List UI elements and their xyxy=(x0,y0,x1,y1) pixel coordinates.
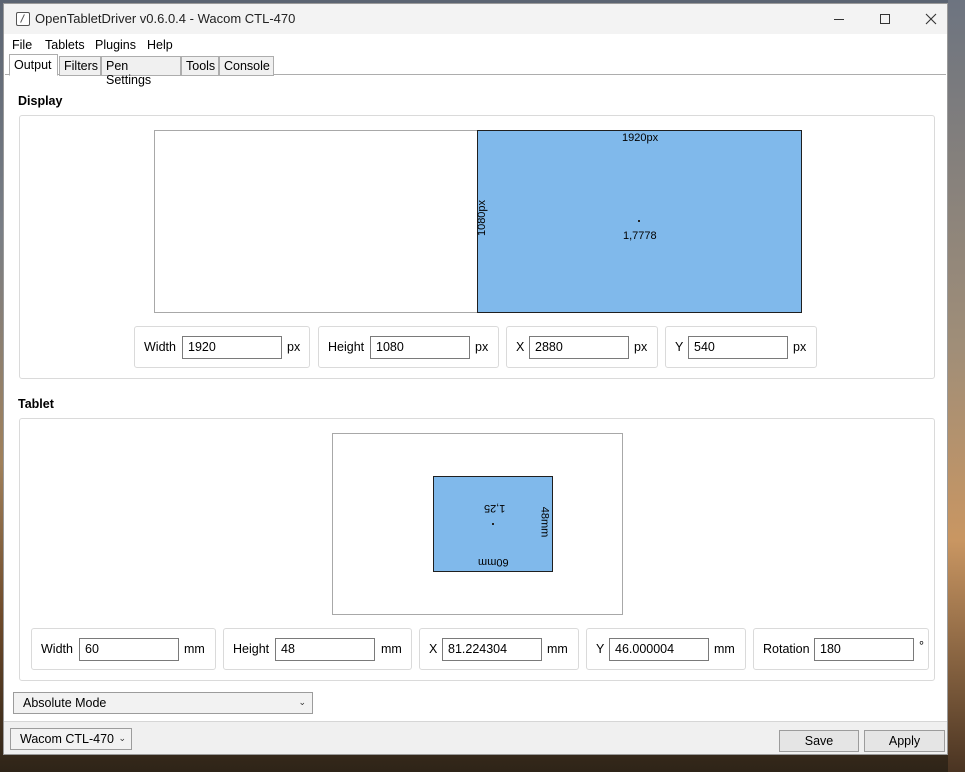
menu-plugins[interactable]: Plugins xyxy=(95,38,136,52)
tablet-rotation-field: Rotation 180 ° xyxy=(753,628,929,670)
display-y-field: Y 540 px xyxy=(665,326,817,368)
display-height-unit: px xyxy=(475,340,489,354)
tab-output[interactable]: Output xyxy=(9,54,58,76)
title-bar: OpenTabletDriver v0.6.0.4 - Wacom CTL-47… xyxy=(4,4,947,34)
tablet-rotation-input[interactable]: 180 xyxy=(814,638,914,661)
menu-file[interactable]: File xyxy=(12,38,32,52)
tablet-mapped-area[interactable]: 60mm 48mm 1,25 xyxy=(433,476,553,572)
tablet-y-text: Y xyxy=(596,642,605,656)
display-y-unit: px xyxy=(793,340,807,354)
display-aspect-label: 1,7778 xyxy=(623,230,657,242)
display-width-field: Width 1920 px xyxy=(134,326,310,368)
tablet-rotation-text: Rotation xyxy=(763,642,810,656)
display-height-label: 1080px xyxy=(476,199,489,237)
tablet-center-dot xyxy=(492,523,494,525)
tablet-x-input[interactable]: 81.224304 xyxy=(442,638,542,661)
tablet-rotation-unit: ° xyxy=(919,639,924,653)
tablet-width-unit: mm xyxy=(184,642,205,656)
display-y-input[interactable]: 540 xyxy=(688,336,788,359)
device-select[interactable]: Wacom CTL-470 ⌄ xyxy=(10,728,132,750)
display-center-dot xyxy=(638,220,640,222)
tablet-y-unit: mm xyxy=(714,642,735,656)
tablet-width-text: Width xyxy=(41,642,73,656)
display-height-text: Height xyxy=(328,340,365,354)
tablet-y-field: Y 46.000004 mm xyxy=(586,628,746,670)
close-button[interactable] xyxy=(908,4,947,34)
menu-bar: File Tablets Plugins Help xyxy=(4,35,947,55)
bottom-bar: Wacom CTL-470 ⌄ Save Apply xyxy=(4,721,947,754)
display-mapped-area[interactable]: 1920px 1080px 1,7778 xyxy=(476,130,802,313)
tablet-width-field: Width 60 mm xyxy=(31,628,216,670)
display-x-unit: px xyxy=(634,340,648,354)
app-window: OpenTabletDriver v0.6.0.4 - Wacom CTL-47… xyxy=(3,3,948,755)
display-y-text: Y xyxy=(675,340,684,354)
tablet-x-text: X xyxy=(429,642,438,656)
display-x-field: X 2880 px xyxy=(506,326,658,368)
tablet-height-label: 48mm xyxy=(538,506,551,538)
chevron-down-icon: ⌄ xyxy=(118,733,126,743)
display-height-field: Height 1080 px xyxy=(318,326,499,368)
tablet-section-title: Tablet xyxy=(18,397,54,411)
output-mode-value: Absolute Mode xyxy=(23,696,107,710)
tablet-aspect-label: 1,25 xyxy=(484,502,506,514)
menu-tablets[interactable]: Tablets xyxy=(45,38,85,52)
tablet-width-input[interactable]: 60 xyxy=(79,638,179,661)
minimize-icon xyxy=(834,18,844,20)
display-height-input[interactable]: 1080 xyxy=(370,336,470,359)
display-width-unit: px xyxy=(287,340,301,354)
save-button[interactable]: Save xyxy=(779,730,859,752)
chevron-down-icon: ⌄ xyxy=(298,697,306,707)
tablet-height-input[interactable]: 48 xyxy=(275,638,375,661)
output-mode-select[interactable]: Absolute Mode ⌄ xyxy=(13,692,313,714)
tablet-height-field: Height 48 mm xyxy=(223,628,412,670)
tablet-height-unit: mm xyxy=(381,642,402,656)
display-width-text: Width xyxy=(144,340,176,354)
display-x-input[interactable]: 2880 xyxy=(529,336,629,359)
device-value: Wacom CTL-470 xyxy=(20,732,115,746)
tablet-width-label: 60mm xyxy=(478,556,509,568)
tab-tools[interactable]: Tools xyxy=(181,56,219,76)
display-width-label: 1920px xyxy=(622,132,659,144)
display-x-text: X xyxy=(516,340,525,354)
tab-console[interactable]: Console xyxy=(219,56,274,76)
desktop-background xyxy=(948,0,965,772)
minimize-button[interactable] xyxy=(816,4,862,34)
maximize-button[interactable] xyxy=(862,4,908,34)
apply-button[interactable]: Apply xyxy=(864,730,945,752)
tab-pen-settings[interactable]: Pen Settings xyxy=(101,56,181,87)
window-title: OpenTabletDriver v0.6.0.4 - Wacom CTL-47… xyxy=(35,11,296,26)
tablet-y-input[interactable]: 46.000004 xyxy=(609,638,709,661)
tablet-height-text: Height xyxy=(233,642,270,656)
tab-filters[interactable]: Filters xyxy=(59,56,101,76)
maximize-icon xyxy=(880,14,890,24)
menu-help[interactable]: Help xyxy=(147,38,173,52)
display-width-input[interactable]: 1920 xyxy=(182,336,282,359)
display-section-title: Display xyxy=(18,94,63,108)
tablet-x-unit: mm xyxy=(547,642,568,656)
close-icon xyxy=(925,13,937,25)
app-icon xyxy=(16,12,30,26)
tablet-x-field: X 81.224304 mm xyxy=(419,628,579,670)
